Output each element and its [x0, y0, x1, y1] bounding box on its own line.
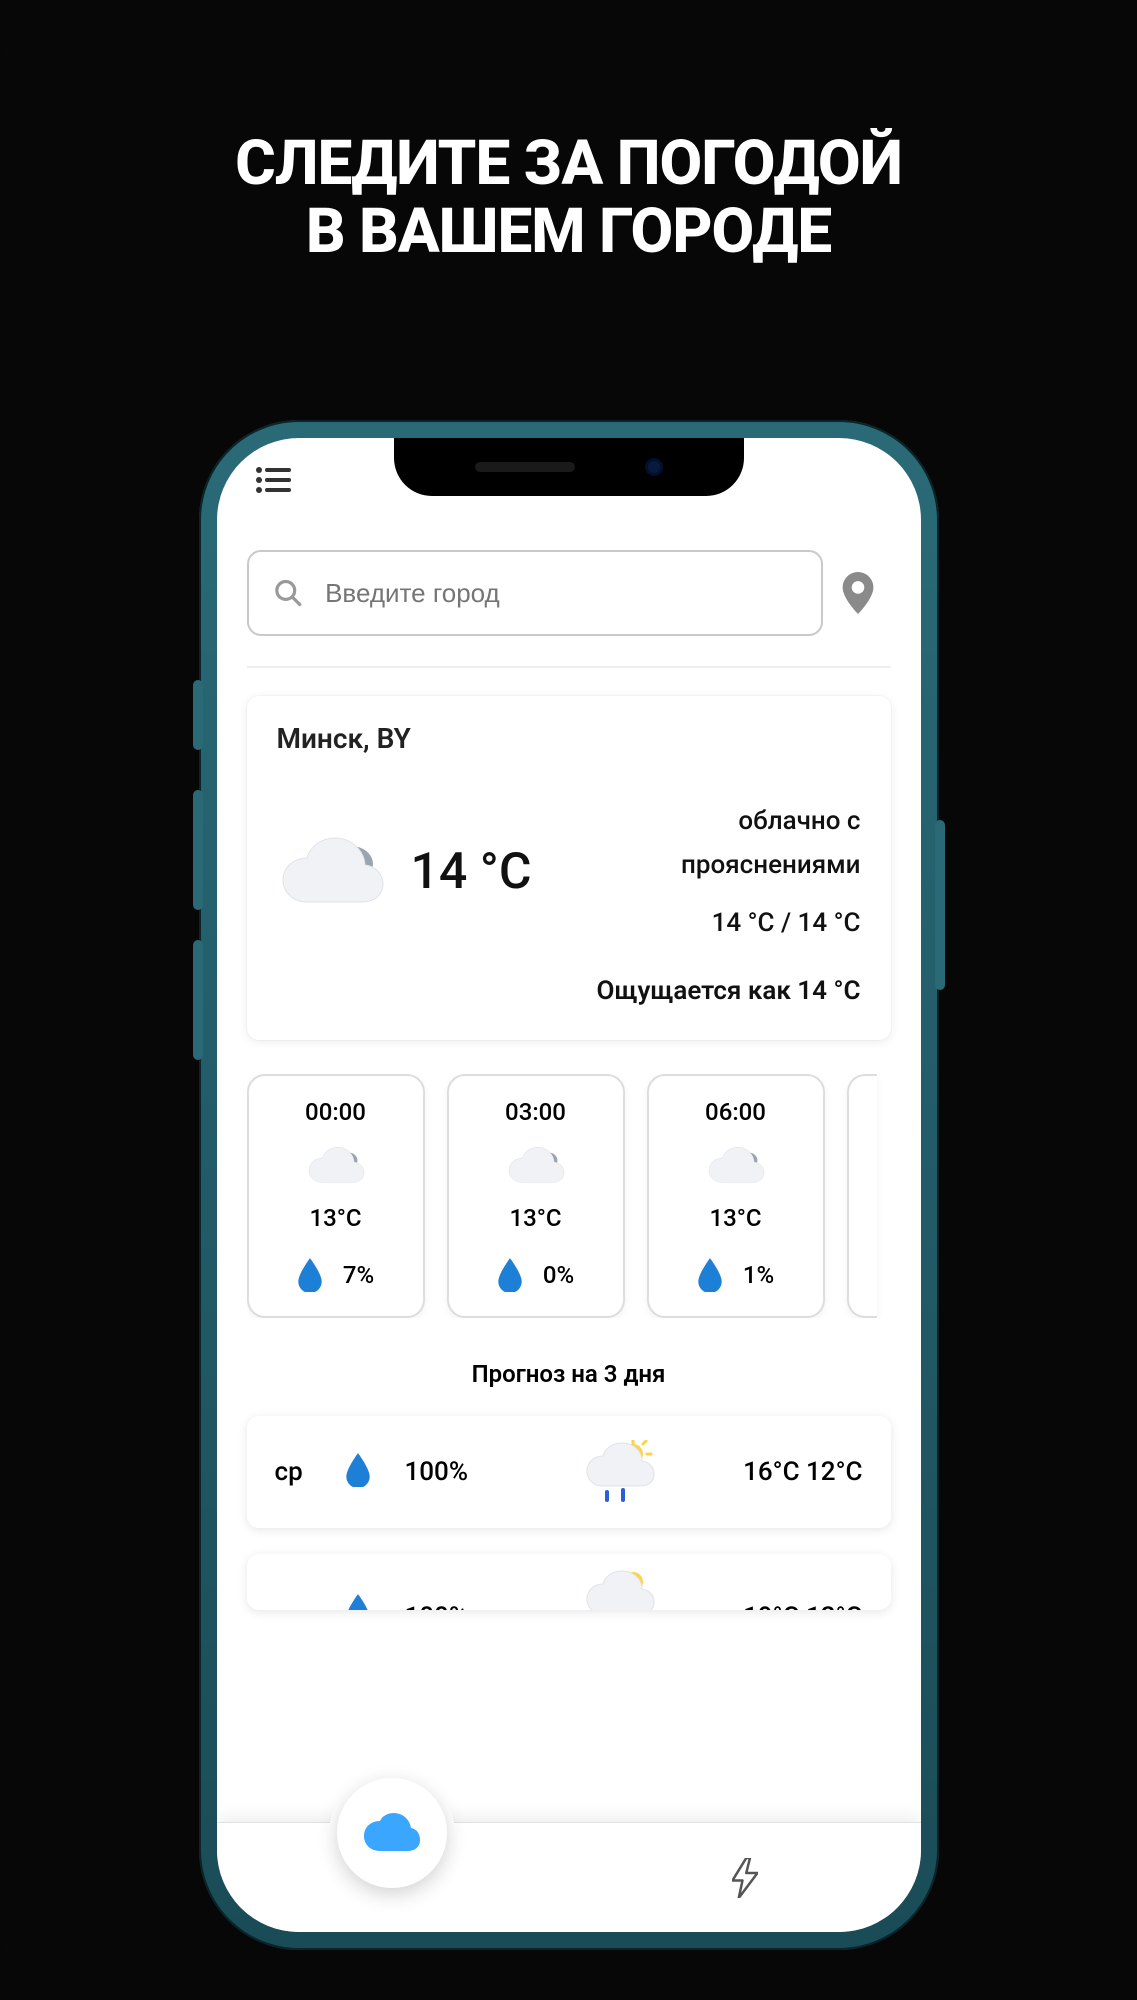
sun-rain-cloud-icon: [505, 1440, 734, 1504]
promo-headline: СЛЕДИТЕ ЗА ПОГОДОЙ В ВАШЕМ ГОРОДЕ: [0, 0, 1137, 266]
promo-frame: СЛЕДИТЕ ЗА ПОГОДОЙ В ВАШЕМ ГОРОДЕ: [0, 0, 1137, 2000]
sun-rain-cloud-icon: [505, 1568, 734, 1610]
raindrop-icon: [345, 1594, 395, 1610]
phone-side-button: [935, 820, 945, 990]
hourly-forecast[interactable]: 00:00 13°C 7% 03:00: [247, 1074, 891, 1318]
daily-day: ср: [275, 1457, 335, 1487]
phone-side-button: [193, 790, 203, 910]
menu-icon: [255, 466, 291, 494]
current-description: облачно с прояснениями: [556, 799, 861, 887]
phone-screen: Минск, BY 14 °C облачно с прояснениями 1…: [217, 438, 921, 1932]
search-box[interactable]: [247, 550, 823, 636]
hourly-card[interactable]: 03:00 13°C 0%: [447, 1074, 625, 1318]
hourly-temp: 13°C: [459, 1204, 613, 1232]
phone-mockup: Минск, BY 14 °C облачно с прояснениями 1…: [199, 420, 939, 1950]
cloud-icon: [259, 1144, 413, 1194]
raindrop-icon: [345, 1453, 395, 1491]
hourly-temp: 13°C: [259, 1204, 413, 1232]
daily-day: чт: [275, 1602, 335, 1610]
hourly-precip: 0%: [543, 1261, 574, 1289]
search-input[interactable]: [325, 578, 796, 609]
hourly-card[interactable]: 00:00 13°C 7%: [247, 1074, 425, 1318]
hourly-time: 06:00: [659, 1098, 813, 1126]
daily-precip: 100%: [405, 1457, 495, 1487]
menu-button[interactable]: [255, 466, 291, 494]
lightning-icon: [732, 1858, 758, 1898]
phone-side-button: [193, 680, 203, 750]
feels-like: Ощущается как 14 °C: [277, 976, 861, 1006]
cloud-icon: [277, 832, 387, 912]
search-icon: [273, 576, 304, 610]
location-button[interactable]: [841, 572, 891, 614]
daily-card[interactable]: ср 100% 1: [247, 1416, 891, 1528]
nav-active-tab[interactable]: [337, 1778, 447, 1888]
hourly-card-peek[interactable]: [847, 1074, 877, 1318]
current-temp: 14 °C: [411, 843, 532, 901]
location-label: Минск, BY: [277, 722, 861, 755]
raindrop-icon: [497, 1258, 523, 1292]
divider: [247, 666, 891, 668]
phone-side-button: [193, 940, 203, 1060]
location-pin-icon: [841, 572, 875, 614]
daily-card[interactable]: чт 100% 19°C 12°C: [247, 1554, 891, 1610]
daily-precip: 100%: [405, 1602, 495, 1610]
hourly-precip: 7%: [343, 1261, 374, 1289]
cloud-icon: [659, 1144, 813, 1194]
nav-tab-alerts[interactable]: [569, 1823, 921, 1932]
cloud-icon: [459, 1144, 613, 1194]
phone-speaker: [475, 462, 575, 472]
bottom-nav: [217, 1822, 921, 1932]
hourly-time: 03:00: [459, 1098, 613, 1126]
cloud-icon: [362, 1813, 422, 1853]
headline-line-1: СЛЕДИТЕ ЗА ПОГОДОЙ: [0, 130, 1137, 198]
current-weather-card: Минск, BY 14 °C облачно с прояснениями 1…: [247, 696, 891, 1040]
hourly-card[interactable]: 06:00 13°C 1%: [647, 1074, 825, 1318]
raindrop-icon: [297, 1258, 323, 1292]
phone-notch: [394, 438, 744, 496]
daily-forecast-title: Прогноз на 3 дня: [247, 1360, 891, 1388]
phone-camera: [645, 458, 663, 476]
weather-app: Минск, BY 14 °C облачно с прояснениями 1…: [217, 438, 921, 1932]
current-range: 14 °C / 14 °C: [556, 901, 861, 945]
daily-temps: 16°C 12°C: [743, 1457, 862, 1487]
daily-temps: 19°C 12°C: [743, 1602, 862, 1610]
hourly-temp: 13°C: [659, 1204, 813, 1232]
headline-line-2: В ВАШЕМ ГОРОДЕ: [0, 198, 1137, 266]
hourly-time: 00:00: [259, 1098, 413, 1126]
hourly-precip: 1%: [743, 1261, 774, 1289]
raindrop-icon: [697, 1258, 723, 1292]
